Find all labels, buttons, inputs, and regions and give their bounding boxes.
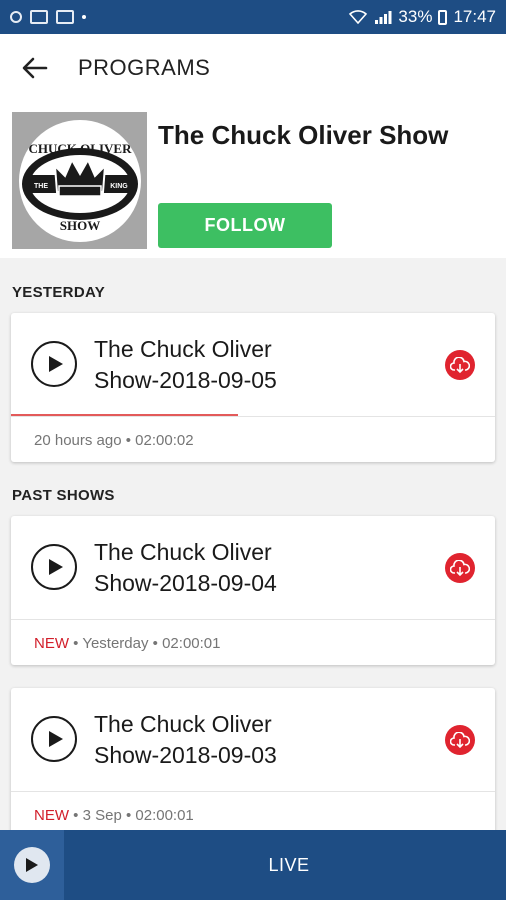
- play-icon: [48, 559, 63, 575]
- wifi-icon: [349, 10, 368, 24]
- episode-duration: 02:00:01: [162, 635, 221, 652]
- signal-icon: [375, 11, 392, 24]
- cloud-download-icon: [450, 560, 470, 576]
- page-title: PROGRAMS: [78, 55, 211, 80]
- episode-meta: 20 hours ago • 02:00:02: [34, 432, 194, 449]
- new-badge: NEW: [34, 807, 69, 824]
- episode-age: 20 hours ago: [34, 432, 122, 449]
- program-title: The Chuck Oliver Show: [158, 120, 449, 150]
- notification-more-dot: [82, 15, 86, 19]
- live-label: LIVE: [268, 854, 310, 875]
- card-divider: [11, 619, 495, 620]
- episode-age: Yesterday: [82, 635, 149, 652]
- play-icon: [48, 731, 63, 747]
- logo-bottom-text: SHOW: [59, 218, 99, 233]
- meta-separator: •: [73, 635, 83, 652]
- episode-card[interactable]: The Chuck Oliver Show-2018-09-03 NEW • 3…: [11, 688, 495, 837]
- card-divider: [11, 416, 495, 417]
- battery-icon: [438, 9, 448, 25]
- program-cover-image: CHUCK OLIVER THE KING SHOW: [12, 112, 147, 249]
- episode-title-line2: Show-2018-09-04: [94, 570, 277, 596]
- battery-percent: 33%: [398, 7, 433, 26]
- episode-title[interactable]: The Chuck Oliver Show-2018-09-05: [94, 334, 394, 396]
- meta-separator: •: [125, 807, 136, 824]
- notification-news-icon: [30, 10, 48, 24]
- logo-graphic: CHUCK OLIVER THE KING SHOW: [21, 141, 138, 233]
- play-icon: [48, 356, 63, 372]
- episode-card[interactable]: The Chuck Oliver Show-2018-09-05 20 hour…: [11, 313, 495, 462]
- logo-right-text: KING: [110, 183, 128, 190]
- section-label-yesterday: YESTERDAY: [12, 284, 106, 301]
- episode-title-line2: Show-2018-09-03: [94, 742, 277, 768]
- episode-title[interactable]: The Chuck Oliver Show-2018-09-04: [94, 537, 394, 599]
- program-header: CHUCK OLIVER THE KING SHOW The Chuck Oli…: [0, 102, 506, 258]
- notification-app-icon: [10, 11, 22, 23]
- download-button[interactable]: [445, 553, 475, 583]
- section-label-past-shows: PAST SHOWS: [12, 487, 115, 504]
- play-button[interactable]: [31, 341, 77, 387]
- cloud-download-icon: [450, 357, 470, 373]
- follow-button[interactable]: FOLLOW: [158, 203, 332, 248]
- clock: 17:47: [453, 7, 496, 26]
- live-player-bar[interactable]: LIVE: [0, 830, 506, 900]
- status-bar: 33% 17:47: [0, 0, 506, 34]
- program-logo: CHUCK OLIVER THE KING SHOW: [18, 119, 141, 242]
- download-button[interactable]: [445, 725, 475, 755]
- back-button[interactable]: [0, 34, 70, 102]
- system-status: 33% 17:47: [348, 7, 496, 27]
- new-badge: NEW: [34, 635, 69, 652]
- meta-separator: •: [73, 807, 83, 824]
- cloud-download-icon: [450, 732, 470, 748]
- arrow-left-icon: [22, 57, 48, 79]
- meta-separator: •: [125, 432, 136, 449]
- episode-meta: NEW • Yesterday • 02:00:01: [34, 635, 220, 652]
- app-bar: PROGRAMS: [0, 34, 506, 102]
- episode-title-line2: Show-2018-09-05: [94, 367, 277, 393]
- episode-progress-bar: [11, 414, 238, 416]
- episode-meta: NEW • 3 Sep • 02:00:01: [34, 807, 194, 824]
- episode-title[interactable]: The Chuck Oliver Show-2018-09-03: [94, 709, 394, 771]
- logo-left-text: THE: [34, 183, 48, 190]
- episode-title-line1: The Chuck Oliver: [94, 711, 272, 737]
- episode-title-line1: The Chuck Oliver: [94, 336, 272, 362]
- notification-icons: [10, 10, 86, 24]
- episode-card[interactable]: The Chuck Oliver Show-2018-09-04 NEW • Y…: [11, 516, 495, 665]
- notification-mail-icon: [56, 10, 74, 24]
- card-divider: [11, 791, 495, 792]
- download-button[interactable]: [445, 350, 475, 380]
- play-button[interactable]: [31, 544, 77, 590]
- play-button[interactable]: [31, 716, 77, 762]
- episode-duration: 02:00:01: [135, 807, 194, 824]
- episode-duration: 02:00:02: [135, 432, 194, 449]
- meta-separator: •: [152, 635, 163, 652]
- episode-title-line1: The Chuck Oliver: [94, 539, 272, 565]
- episode-age: 3 Sep: [82, 807, 122, 824]
- logo-top-text: CHUCK OLIVER: [28, 141, 132, 156]
